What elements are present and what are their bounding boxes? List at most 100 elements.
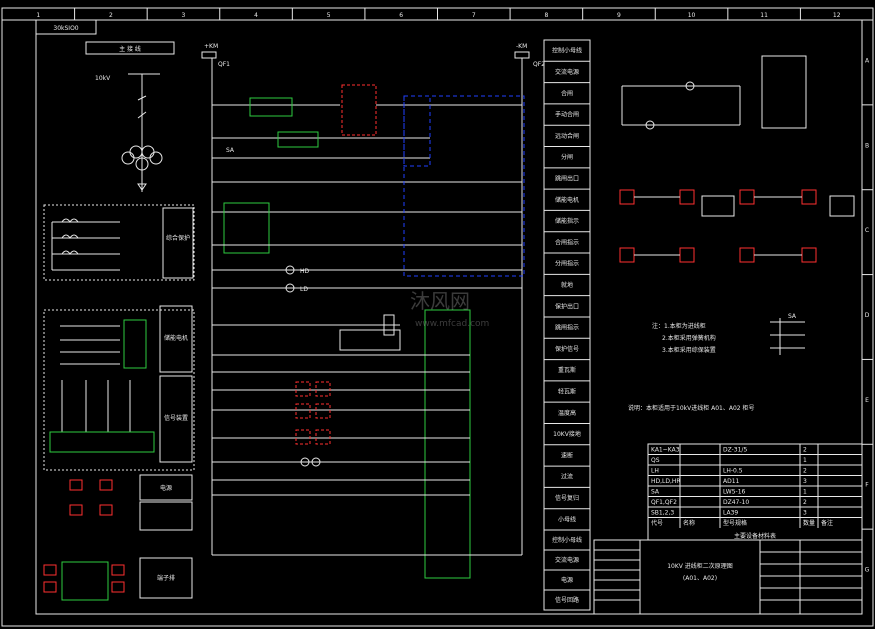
row-label: A xyxy=(865,57,870,64)
row-label: F xyxy=(865,482,869,489)
table-cell: 1 xyxy=(803,489,807,496)
hd-label: HD xyxy=(300,268,310,275)
table-cell: LH xyxy=(651,468,659,475)
function-cell-label: 过流 xyxy=(561,473,573,481)
table-cell: 型号规格 xyxy=(723,519,747,527)
watermark: 沐风网 www.mfcad.com xyxy=(410,289,489,329)
column-label: 6 xyxy=(399,12,403,19)
voltage-label: 10kV xyxy=(95,75,111,82)
function-cell-label: 轻瓦斯 xyxy=(558,388,576,396)
table-cell: 1 xyxy=(803,457,807,464)
table-cell: AD11 xyxy=(723,478,740,485)
column-label: 11 xyxy=(760,12,768,19)
table-cell: HD,LD,HR xyxy=(651,478,681,485)
table-cell: 2 xyxy=(803,468,807,475)
column-label: 5 xyxy=(327,12,331,19)
table-cell: DZ47-10 xyxy=(723,499,749,506)
row-markers: A B C D E F G xyxy=(862,19,873,574)
table-cell: SB1,2,3 xyxy=(651,510,674,517)
function-cell-label: 保护出口 xyxy=(555,302,579,310)
equipment-table: KA1~KA3 DZ-31/5 2 QS 1 LH LH-0.5 2 HD,LD,HR AD11 3… xyxy=(647,443,863,541)
function-cell-label: 分闸指示 xyxy=(555,260,579,268)
bus-plus-label: +KM xyxy=(204,43,218,50)
table-cell: 2 xyxy=(803,447,807,454)
table-cell: KA1~KA3 xyxy=(651,447,680,454)
function-cell-label: 远动合闸 xyxy=(555,132,579,140)
table-cell: QS xyxy=(651,457,660,464)
table-cell: LH-0.5 xyxy=(723,468,743,475)
note-2: 3.本柜采用综保装置 xyxy=(662,346,716,354)
function-cell-label: 储能电机 xyxy=(555,196,579,204)
table-cell: 2 xyxy=(803,499,807,506)
box-label-0: 综合保护 xyxy=(166,234,190,242)
control-circuit: +KM -KM QF1 QF2 SA HD LD xyxy=(201,43,545,579)
function-cells-column: 控制小母线交流电源合闸手动合闸远动合闸分闸跳闸出口储能电机储能指示合闸指示分闸指… xyxy=(543,39,591,611)
function-cell-label: 控制小母线 xyxy=(552,536,582,544)
function-cell-label: 信号回路 xyxy=(555,596,579,604)
qf1-label: QF1 xyxy=(218,61,230,68)
table-cell: 名称 xyxy=(683,519,695,527)
function-cell-label: 温度高 xyxy=(558,409,576,417)
title-block-name: 10KV 进线柜二次原理图 xyxy=(667,562,733,570)
function-cell-label: 分闸 xyxy=(561,153,573,161)
row-label: B xyxy=(865,142,869,149)
table-cell: SA xyxy=(651,489,660,496)
table-cell: QF1,QF2 xyxy=(651,499,677,506)
bus-minus-label: -KM xyxy=(516,43,527,50)
function-cell-label: 储能指示 xyxy=(555,217,579,225)
ct-circuit-left-2: 储能电机 信号装置 xyxy=(43,305,195,471)
small-switch-boxes: 电源 端子排 xyxy=(43,474,193,601)
note-1: 2.本柜采用弹簧机构 xyxy=(662,334,716,342)
sa-switch-label: SA xyxy=(226,147,235,154)
column-label: 9 xyxy=(617,12,621,19)
function-cell-label: 小母线 xyxy=(558,515,576,523)
box-label-2: 信号装置 xyxy=(164,414,188,422)
function-cell-label: 就地 xyxy=(561,281,573,289)
title-block-sub: (A01、A02) xyxy=(683,575,717,582)
column-label: 4 xyxy=(254,12,258,19)
main-wiring-diagram: 10kV xyxy=(95,73,163,192)
column-markers: 1 2 3 4 5 6 7 8 9 10 11 12 xyxy=(1,8,841,20)
row-label: C xyxy=(865,227,869,234)
function-cell-label: 交流电源 xyxy=(555,68,579,76)
function-cell-label: 信号复归 xyxy=(555,494,579,502)
table-cell: DZ-31/5 xyxy=(723,447,747,454)
auxiliary-circuit-top xyxy=(621,55,807,130)
ct-circuit-left: 综合保护 xyxy=(43,204,195,281)
table-cell: LA39 xyxy=(723,510,738,517)
function-cell-label: 合闸指示 xyxy=(555,238,579,246)
function-cell-label: 重瓦斯 xyxy=(558,366,576,374)
table-cell: LW5-16 xyxy=(723,489,746,496)
table-cell: 代号 xyxy=(651,519,663,527)
watermark-text: 沐风网 xyxy=(410,289,470,313)
box-label-1: 储能电机 xyxy=(164,334,188,342)
table-caption: 主要设备材料表 xyxy=(734,532,776,540)
function-cell-label: 控制小母线 xyxy=(552,47,582,55)
watermark-url: www.mfcad.com xyxy=(415,319,489,329)
column-label: 8 xyxy=(544,12,548,19)
title-block: 10KV 进线柜二次原理图 (A01、A02) xyxy=(593,539,863,615)
column-label: 10 xyxy=(688,12,696,19)
function-cell-label: 跳闸出口 xyxy=(555,174,579,182)
sa-table-label: SA xyxy=(788,313,797,320)
ld-label: LD xyxy=(300,286,308,293)
qf2-label: QF2 xyxy=(533,61,545,68)
function-cell-label: 合闸 xyxy=(561,89,573,97)
relay-contacts-block xyxy=(619,189,855,263)
box-label-4: 端子排 xyxy=(157,574,175,582)
function-cell-label: 手动合闸 xyxy=(555,111,579,119)
drawing-number: 30kSIO0 xyxy=(53,25,78,32)
column-label: 1 xyxy=(36,12,40,19)
main-wiring-title: 主 接 线 xyxy=(119,45,141,53)
column-label: 7 xyxy=(472,12,476,19)
notes-block: 注：1.本柜为进线柜 2.本柜采用弹簧机构 3.本柜采用综保装置 说明：本柜适用… xyxy=(628,313,805,412)
function-cell-label: 保护信号 xyxy=(555,345,579,353)
row-label: D xyxy=(865,312,870,319)
note-line-2: 说明：本柜适用于10kV进线柜 A01、A02 柜号 xyxy=(628,404,755,412)
table-cell: 数量 xyxy=(803,519,815,527)
function-cell-label: 跳闸指示 xyxy=(555,324,579,332)
table-cell: 3 xyxy=(803,510,807,517)
row-label: G xyxy=(865,567,870,574)
column-label: 12 xyxy=(833,12,841,19)
column-label: 3 xyxy=(182,12,186,19)
